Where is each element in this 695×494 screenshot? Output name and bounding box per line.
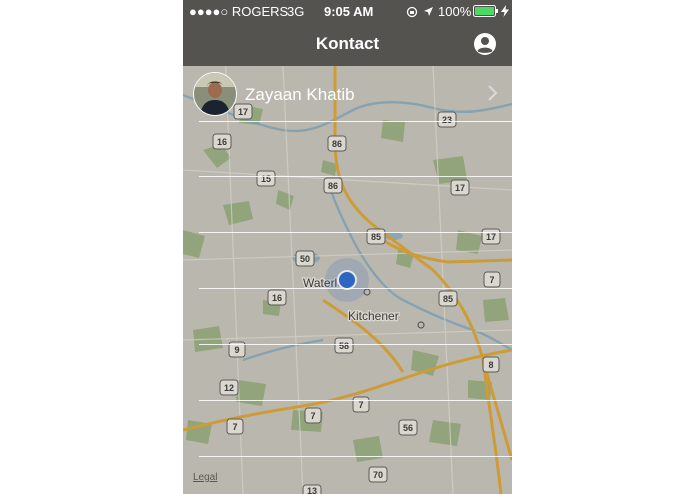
contact-name: Zayaan Khatib <box>245 85 355 104</box>
navigation-bar: Kontact <box>183 22 512 66</box>
empty-row <box>183 289 512 345</box>
orientation-lock-icon <box>406 6 418 18</box>
network-type: 3G <box>287 4 305 19</box>
chevron-right-icon <box>488 85 498 101</box>
battery-percent: 100% <box>438 4 472 19</box>
battery-icon <box>473 5 498 17</box>
row-separator <box>199 121 512 122</box>
empty-row <box>183 177 512 233</box>
row-separator <box>199 456 512 457</box>
status-bar: ●●●●○ ROGERS 3G 9:05 AM 100% <box>183 0 512 22</box>
carrier-label: ●●●●○ ROGERS <box>189 4 289 19</box>
phone-screen: 17 23 16 86 15 86 17 85 17 50 7 16 85 58… <box>183 0 512 494</box>
page-title: Kontact <box>315 34 380 53</box>
user-circle-icon[interactable] <box>472 31 498 57</box>
location-services-icon <box>424 7 433 16</box>
empty-row <box>183 121 512 177</box>
empty-row <box>183 401 512 457</box>
charging-icon <box>501 5 509 17</box>
contact-avatar <box>193 72 237 116</box>
legal-link[interactable]: Legal <box>193 472 217 483</box>
contact-row[interactable]: Zayaan Khatib <box>183 66 512 122</box>
empty-row <box>183 345 512 401</box>
status-time: 9:05 AM <box>324 4 374 19</box>
empty-row <box>183 233 512 289</box>
